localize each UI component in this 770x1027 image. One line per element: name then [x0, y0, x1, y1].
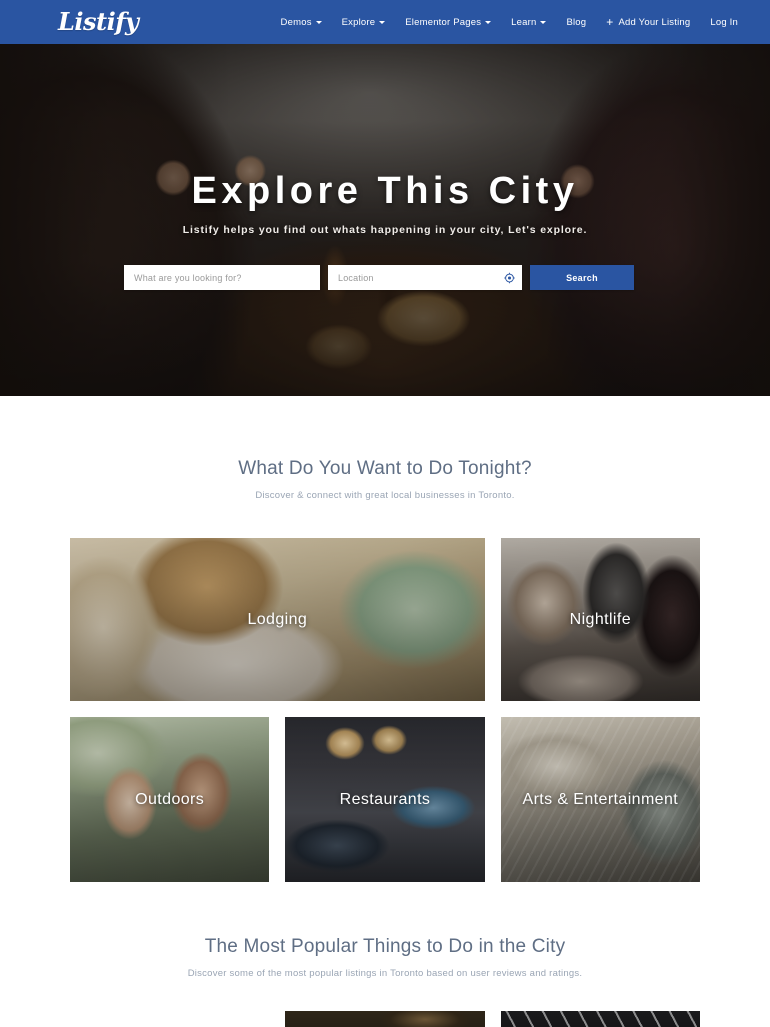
nav-item-demos[interactable]: Demos [271, 17, 332, 28]
categories-subtitle: Discover & connect with great local busi… [255, 490, 515, 501]
chevron-down-icon [315, 21, 322, 24]
nav-label: Demos [280, 16, 312, 28]
category-card-arts-entertainment[interactable]: Arts & Entertainment [500, 717, 700, 882]
category-card-outdoors[interactable]: Outdoors [70, 717, 270, 882]
popular-subtitle: Discover some of the most popular listin… [187, 968, 583, 979]
listing-card[interactable] [70, 1011, 269, 1027]
categories-section: What Do You Want to Do Tonight? Discover… [0, 396, 770, 882]
category-label: Lodging [247, 610, 308, 628]
category-label: Nightlife [569, 610, 632, 628]
search-submit-button[interactable]: Search [530, 265, 634, 290]
nav-label: Add Your Listing [618, 16, 691, 28]
listing-card[interactable] [500, 1011, 700, 1027]
main-navigation: Demos Explore Elementor Pages Learn Blog… [271, 16, 748, 28]
popular-listing-grid [70, 1011, 700, 1027]
hero-search-bar: Search [124, 265, 646, 290]
hero-banner: Explore This City Listify helps you find… [0, 44, 770, 396]
nav-label: Learn [511, 16, 537, 28]
nav-item-learn[interactable]: Learn [501, 17, 556, 28]
search-keyword-input[interactable] [124, 265, 320, 290]
nav-item-log-in[interactable]: Log In [700, 17, 748, 28]
nav-item-explore[interactable]: Explore [332, 17, 396, 28]
nav-label: Explore [341, 16, 376, 28]
hero-subtitle: Listify helps you find out whats happeni… [182, 224, 588, 236]
site-header: Listify Demos Explore Elementor Pages Le… [0, 0, 770, 44]
listing-photo [70, 1011, 269, 1027]
popular-section-header: The Most Popular Things to Do in the Cit… [70, 936, 700, 979]
site-logo[interactable]: Listify [58, 10, 139, 34]
category-card-nightlife[interactable]: Nightlife [500, 538, 700, 701]
nav-label: Blog [566, 16, 587, 28]
category-card-lodging[interactable]: Lodging [70, 538, 485, 701]
crosshair-locate-icon[interactable] [504, 272, 515, 283]
category-label: Restaurants [339, 790, 431, 808]
nav-item-elementor-pages[interactable]: Elementor Pages [395, 17, 501, 28]
category-label: Outdoors [135, 790, 205, 808]
nav-label: Elementor Pages [405, 16, 482, 28]
chevron-down-icon [379, 21, 386, 24]
category-card-grid: Lodging Nightlife Outdoors Restaurants A… [70, 538, 700, 882]
plus-icon: + [606, 14, 614, 29]
categories-section-header: What Do You Want to Do Tonight? Discover… [70, 458, 700, 501]
chevron-down-icon [540, 21, 547, 24]
listing-photo [500, 1011, 700, 1027]
categories-title: What Do You Want to Do Tonight? [238, 458, 532, 479]
keyword-field-wrapper [124, 265, 320, 290]
search-location-input[interactable] [328, 265, 522, 290]
popular-listings-section: The Most Popular Things to Do in the Cit… [0, 882, 770, 1027]
nav-item-blog[interactable]: Blog [556, 17, 596, 28]
chevron-down-icon [485, 21, 492, 24]
nav-label: Log In [710, 16, 738, 28]
hero-title: Explore This City [191, 170, 579, 212]
listing-card[interactable] [285, 1011, 485, 1027]
nav-item-add-your-listing[interactable]: + Add Your Listing [596, 16, 700, 28]
category-card-restaurants[interactable]: Restaurants [285, 717, 485, 882]
popular-title: The Most Popular Things to Do in the Cit… [204, 936, 566, 957]
category-label: Arts & Entertainment [522, 790, 679, 808]
listing-photo [285, 1011, 485, 1027]
location-field-wrapper [328, 265, 522, 290]
